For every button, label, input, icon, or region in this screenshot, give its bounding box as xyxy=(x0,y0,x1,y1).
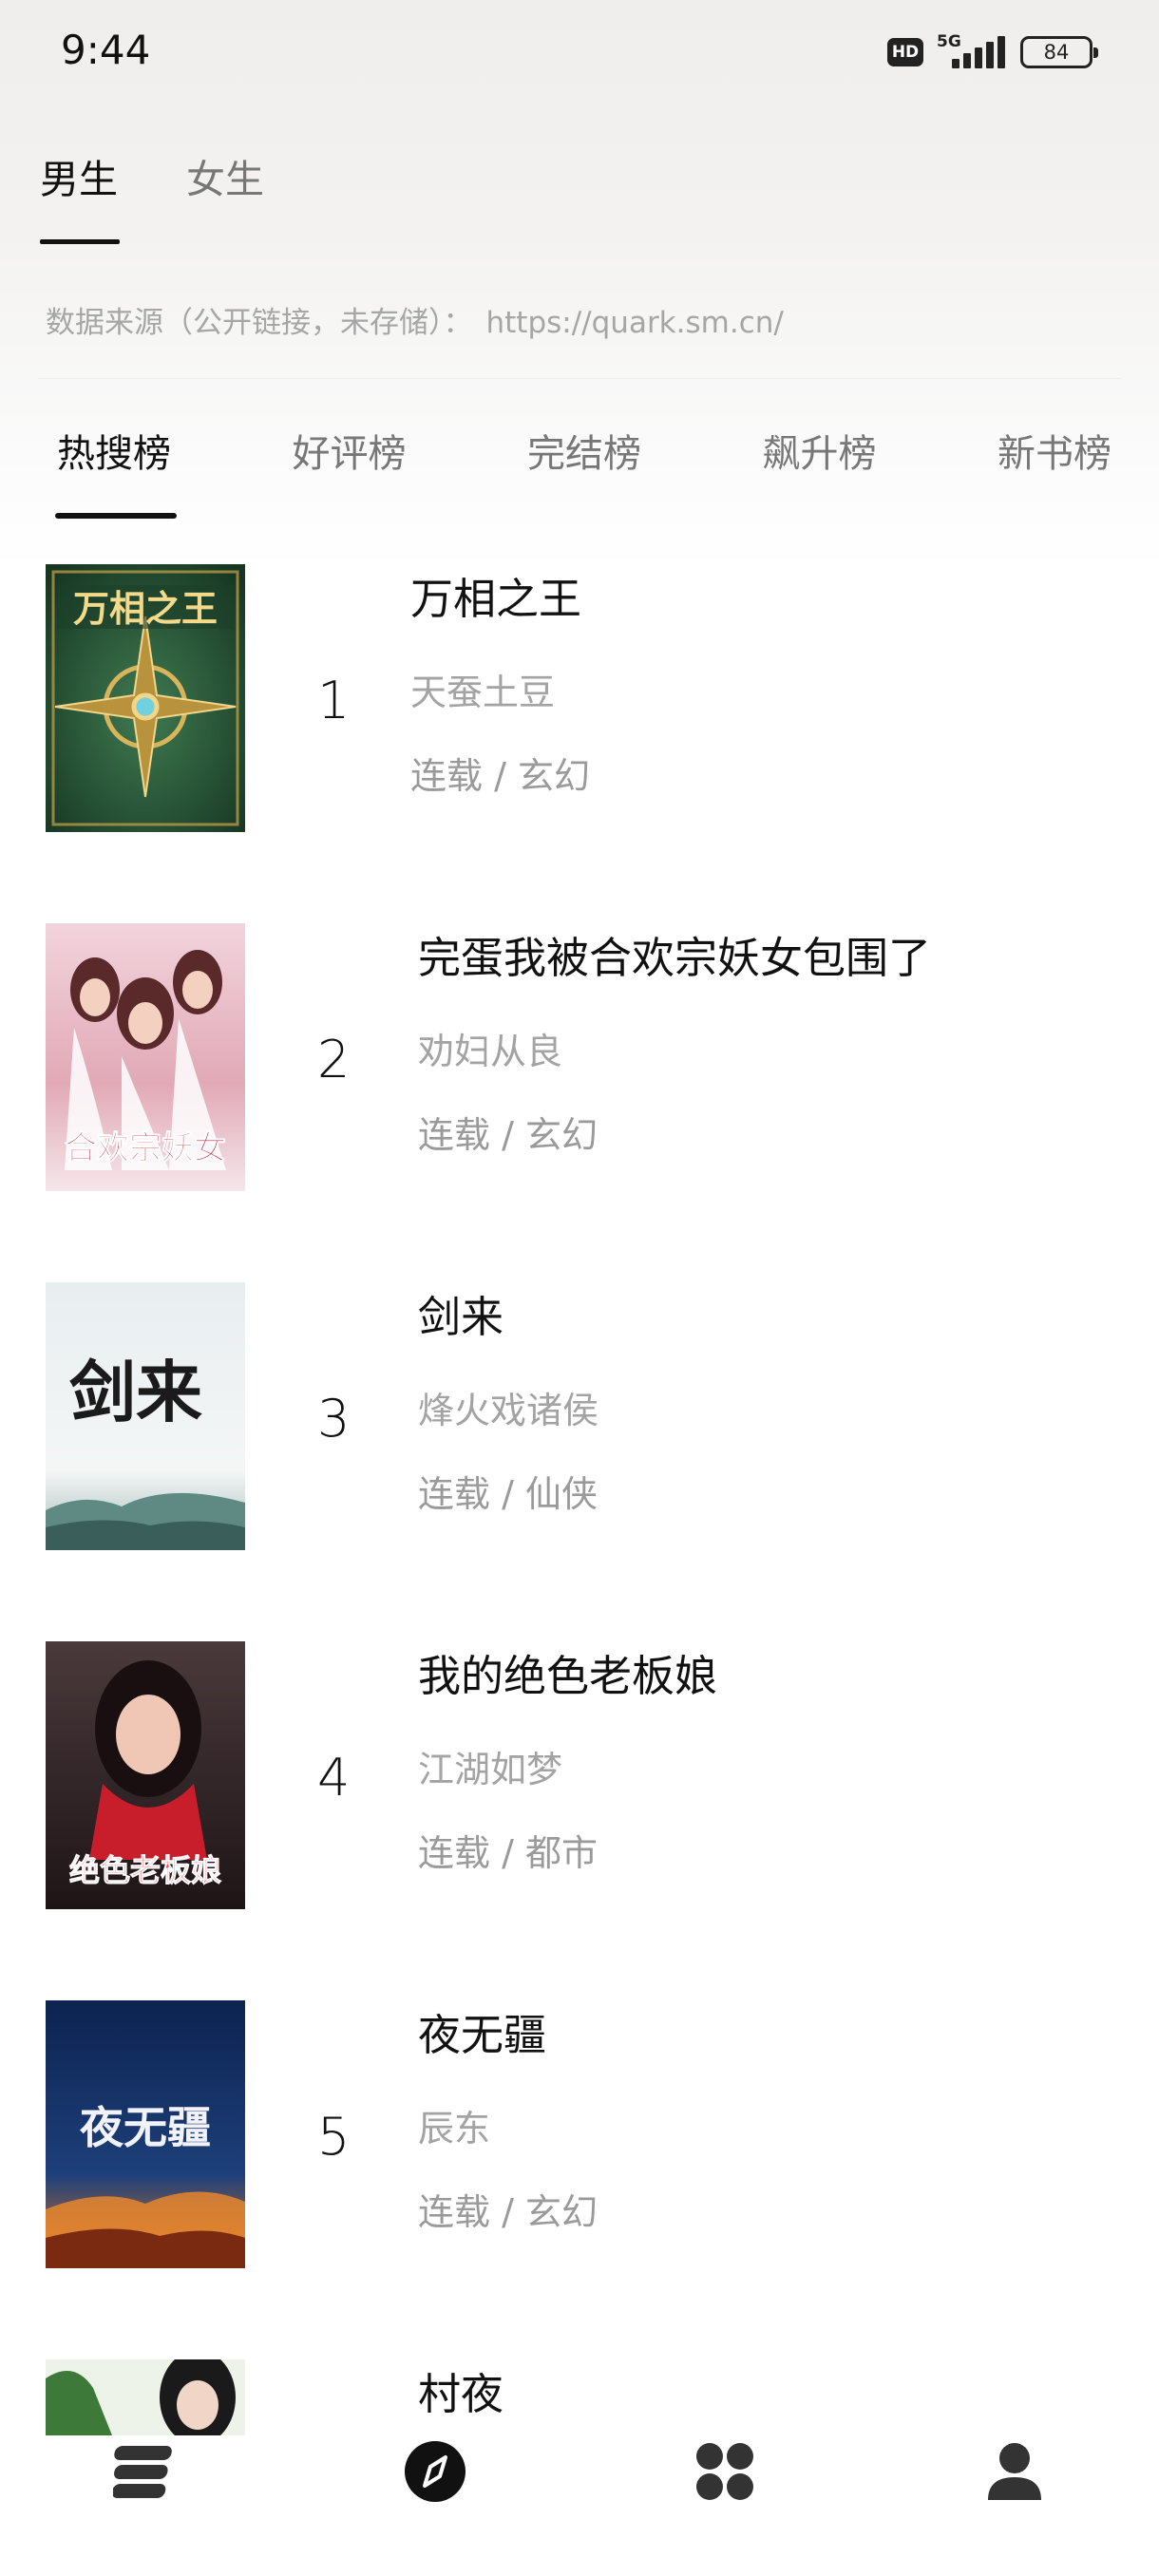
book-status-genre: 连载 / 玄幻 xyxy=(410,755,590,797)
rank-number: 2 xyxy=(317,1030,351,1089)
hd-voice-icon: HD xyxy=(887,38,923,66)
book-status-genre: 连载 / 玄幻 xyxy=(418,1114,598,1156)
svg-text:万相之王: 万相之王 xyxy=(73,587,218,630)
tab-hot-search[interactable]: 热搜榜 xyxy=(57,423,171,478)
battery-icon: 84 xyxy=(1020,36,1098,68)
book-cover-image: 万相之王 xyxy=(46,564,245,832)
book-author: 辰东 xyxy=(418,2108,491,2150)
rank-number: 5 xyxy=(317,2107,351,2167)
svg-text:合欢宗妖女: 合欢宗妖女 xyxy=(65,1129,226,1167)
rank-number: 1 xyxy=(317,671,351,730)
book-cover-image: 合欢宗妖女 xyxy=(46,923,245,1191)
svg-text:夜无疆: 夜无疆 xyxy=(79,2102,211,2153)
tab-female[interactable]: 女生 xyxy=(186,147,264,204)
category-grid-icon xyxy=(695,2443,753,2500)
tab-new-books[interactable]: 新书榜 xyxy=(998,423,1112,478)
book-title: 完蛋我被合欢宗妖女包围了 xyxy=(418,933,932,983)
status-bar: 9:44 HD 5G 84 xyxy=(0,0,1159,104)
data-source-url[interactable]: https://quark.sm.cn/ xyxy=(486,306,784,340)
gender-tab-indicator xyxy=(40,239,120,244)
bookshelf-icon xyxy=(112,2446,172,2498)
tab-completed[interactable]: 完结榜 xyxy=(527,423,641,478)
tab-top-rated[interactable]: 好评榜 xyxy=(293,423,407,478)
gender-tabs: 男生 女生 xyxy=(40,147,264,204)
book-title: 我的绝色老板娘 xyxy=(418,1651,718,1701)
book-list-item[interactable]: 合欢宗妖女 2 完蛋我被合欢宗妖女包围了 劝妇从良 连载 / 玄幻 xyxy=(46,923,1119,1191)
rank-number: 4 xyxy=(317,1748,351,1808)
status-time: 9:44 xyxy=(61,27,151,73)
book-cover-image: 剑来 xyxy=(46,1282,245,1550)
nav-category[interactable] xyxy=(668,2434,782,2510)
nav-discover[interactable] xyxy=(378,2434,492,2510)
book-status-genre: 连载 / 仙侠 xyxy=(418,1473,598,1515)
book-list-item[interactable]: 万相之王 1 万相之王 天蚕土豆 连载 / 玄幻 xyxy=(46,564,1119,832)
rank-number: 3 xyxy=(317,1389,351,1449)
nav-profile[interactable] xyxy=(958,2434,1072,2510)
book-status-genre: 连载 / 都市 xyxy=(418,1832,598,1874)
compass-icon xyxy=(404,2441,466,2502)
divider xyxy=(38,378,1121,379)
book-status-genre: 连载 / 玄幻 xyxy=(418,2191,598,2233)
book-cover-image xyxy=(46,2359,245,2435)
cellular-signal-icon: 5G xyxy=(937,32,1007,72)
book-author: 劝妇从良 xyxy=(418,1031,563,1072)
nav-bookshelf[interactable] xyxy=(88,2434,202,2510)
data-source-note: 数据来源（公开链接，未存储）： https://quark.sm.cn/ xyxy=(46,298,784,341)
tab-rising[interactable]: 飙升榜 xyxy=(763,423,877,478)
ranking-tab-indicator xyxy=(55,513,177,519)
book-list-item[interactable]: 夜无疆 5 夜无疆 辰东 连载 / 玄幻 xyxy=(46,2000,1119,2268)
bottom-navigation xyxy=(0,2432,1159,2576)
book-title: 夜无疆 xyxy=(418,2010,547,2060)
tab-male[interactable]: 男生 xyxy=(40,147,118,204)
book-list-item[interactable]: 绝色老板娘 4 我的绝色老板娘 江湖如梦 连载 / 都市 xyxy=(46,1641,1119,1909)
ranking-tabs: 热搜榜 好评榜 完结榜 飙升榜 新书榜 xyxy=(57,423,1112,478)
data-source-label: 数据来源（公开链接，未存储）： xyxy=(46,306,473,340)
status-icons: HD 5G 84 xyxy=(887,28,1098,76)
book-cover-image: 夜无疆 xyxy=(46,2000,245,2268)
book-author: 江湖如梦 xyxy=(418,1749,563,1790)
book-title: 剑来 xyxy=(418,1292,504,1342)
book-list-item[interactable]: 剑来 3 剑来 烽火戏诸侯 连载 / 仙侠 xyxy=(46,1282,1119,1550)
book-title: 万相之王 xyxy=(410,574,582,624)
profile-icon xyxy=(987,2443,1041,2500)
book-cover-image: 绝色老板娘 xyxy=(46,1641,245,1909)
svg-text:绝色老板娘: 绝色老板娘 xyxy=(69,1852,221,1888)
book-author: 天蚕土豆 xyxy=(410,672,556,713)
book-title: 村夜 xyxy=(418,2369,504,2419)
battery-level: 84 xyxy=(1043,41,1070,64)
svg-text:剑来: 剑来 xyxy=(69,1353,202,1431)
book-author: 烽火戏诸侯 xyxy=(418,1390,599,1431)
